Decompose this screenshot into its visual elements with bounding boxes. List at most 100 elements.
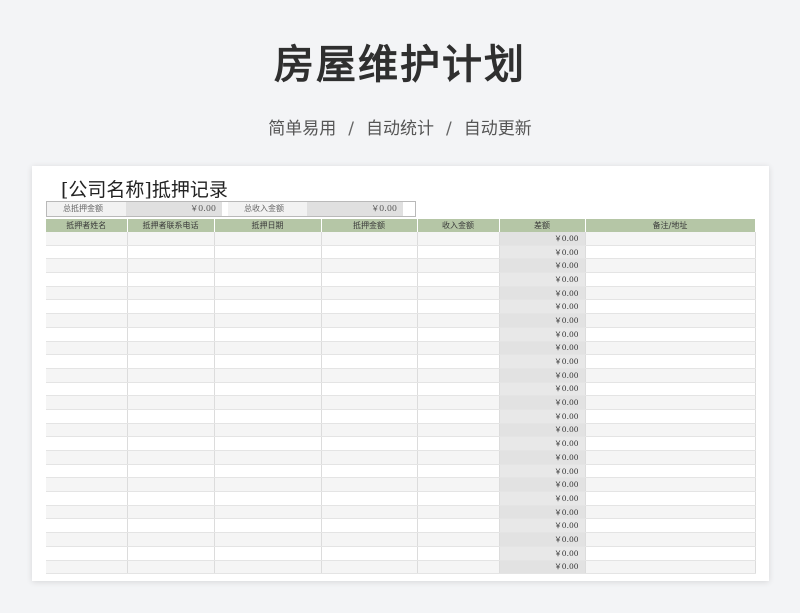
table-cell[interactable] xyxy=(214,546,322,561)
table-cell[interactable] xyxy=(321,286,418,301)
diff-cell[interactable]: ￥0.00 xyxy=(499,272,586,287)
table-cell[interactable] xyxy=(127,299,215,315)
table-cell[interactable] xyxy=(46,395,128,410)
table-cell[interactable] xyxy=(127,546,215,561)
table-cell[interactable] xyxy=(321,395,418,410)
table-cell[interactable] xyxy=(321,546,418,561)
table-cell[interactable] xyxy=(321,409,418,424)
table-cell[interactable] xyxy=(127,505,215,520)
diff-cell[interactable]: ￥0.00 xyxy=(499,450,586,465)
diff-cell[interactable]: ￥0.00 xyxy=(499,341,586,356)
table-cell[interactable] xyxy=(585,477,756,493)
table-cell[interactable] xyxy=(585,313,756,328)
table-cell[interactable] xyxy=(127,464,215,479)
table-cell[interactable] xyxy=(46,423,128,438)
table-cell[interactable] xyxy=(127,258,215,274)
table-cell[interactable] xyxy=(585,272,756,287)
diff-cell[interactable]: ￥0.00 xyxy=(499,258,586,274)
table-cell[interactable] xyxy=(127,272,215,287)
table-cell[interactable] xyxy=(585,232,756,246)
table-cell[interactable] xyxy=(127,477,215,493)
table-cell[interactable] xyxy=(46,560,128,575)
table-cell[interactable] xyxy=(417,409,500,424)
diff-cell[interactable]: ￥0.00 xyxy=(499,286,586,301)
table-cell[interactable] xyxy=(321,368,418,383)
table-cell[interactable] xyxy=(127,368,215,383)
diff-cell[interactable]: ￥0.00 xyxy=(499,505,586,520)
table-cell[interactable] xyxy=(417,395,500,410)
table-cell[interactable] xyxy=(321,313,418,328)
diff-cell[interactable]: ￥0.00 xyxy=(499,382,586,397)
table-cell[interactable] xyxy=(417,286,500,301)
table-cell[interactable] xyxy=(214,327,322,342)
table-cell[interactable] xyxy=(321,518,418,534)
table-cell[interactable] xyxy=(417,436,500,451)
table-cell[interactable] xyxy=(585,258,756,274)
table-cell[interactable] xyxy=(127,518,215,534)
table-cell[interactable] xyxy=(417,560,500,575)
diff-cell[interactable]: ￥0.00 xyxy=(499,245,586,260)
table-cell[interactable] xyxy=(46,272,128,287)
diff-cell[interactable]: ￥0.00 xyxy=(499,368,586,383)
table-cell[interactable] xyxy=(321,560,418,575)
table-cell[interactable] xyxy=(214,464,322,479)
table-cell[interactable] xyxy=(417,491,500,506)
table-cell[interactable] xyxy=(585,505,756,520)
table-cell[interactable] xyxy=(321,258,418,274)
table-cell[interactable] xyxy=(46,368,128,383)
table-cell[interactable] xyxy=(585,436,756,451)
table-cell[interactable] xyxy=(46,258,128,274)
table-cell[interactable] xyxy=(585,368,756,383)
table-cell[interactable] xyxy=(214,313,322,328)
table-cell[interactable] xyxy=(585,450,756,465)
table-cell[interactable] xyxy=(46,313,128,328)
table-cell[interactable] xyxy=(46,286,128,301)
table-cell[interactable] xyxy=(321,341,418,356)
table-cell[interactable] xyxy=(321,505,418,520)
table-cell[interactable] xyxy=(214,395,322,410)
table-cell[interactable] xyxy=(321,436,418,451)
table-cell[interactable] xyxy=(417,423,500,438)
table-cell[interactable] xyxy=(127,395,215,410)
diff-cell[interactable]: ￥0.00 xyxy=(499,299,586,315)
table-cell[interactable] xyxy=(321,382,418,397)
diff-cell[interactable]: ￥0.00 xyxy=(499,327,586,342)
table-cell[interactable] xyxy=(214,491,322,506)
table-cell[interactable] xyxy=(46,354,128,369)
diff-cell[interactable]: ￥0.00 xyxy=(499,532,586,547)
table-cell[interactable] xyxy=(417,232,500,246)
table-cell[interactable] xyxy=(417,477,500,493)
diff-cell[interactable]: ￥0.00 xyxy=(499,464,586,479)
table-cell[interactable] xyxy=(127,341,215,356)
table-cell[interactable] xyxy=(46,518,128,534)
table-cell[interactable] xyxy=(321,354,418,369)
table-cell[interactable] xyxy=(417,258,500,274)
table-cell[interactable] xyxy=(214,341,322,356)
table-cell[interactable] xyxy=(46,382,128,397)
table-cell[interactable] xyxy=(46,546,128,561)
table-cell[interactable] xyxy=(127,436,215,451)
table-cell[interactable] xyxy=(214,258,322,274)
table-cell[interactable] xyxy=(417,341,500,356)
diff-cell[interactable]: ￥0.00 xyxy=(499,313,586,328)
table-cell[interactable] xyxy=(46,436,128,451)
table-cell[interactable] xyxy=(127,532,215,547)
table-cell[interactable] xyxy=(46,450,128,465)
table-cell[interactable] xyxy=(46,464,128,479)
table-cell[interactable] xyxy=(127,313,215,328)
table-cell[interactable] xyxy=(321,477,418,493)
table-cell[interactable] xyxy=(321,464,418,479)
table-cell[interactable] xyxy=(585,546,756,561)
table-cell[interactable] xyxy=(321,232,418,246)
table-cell[interactable] xyxy=(417,464,500,479)
table-cell[interactable] xyxy=(127,423,215,438)
table-cell[interactable] xyxy=(417,382,500,397)
table-cell[interactable] xyxy=(127,327,215,342)
table-cell[interactable] xyxy=(417,354,500,369)
summary-value[interactable]: ￥0.00 xyxy=(126,202,222,216)
table-cell[interactable] xyxy=(417,272,500,287)
table-cell[interactable] xyxy=(46,505,128,520)
table-cell[interactable] xyxy=(127,409,215,424)
table-cell[interactable] xyxy=(46,327,128,342)
table-cell[interactable] xyxy=(214,299,322,315)
